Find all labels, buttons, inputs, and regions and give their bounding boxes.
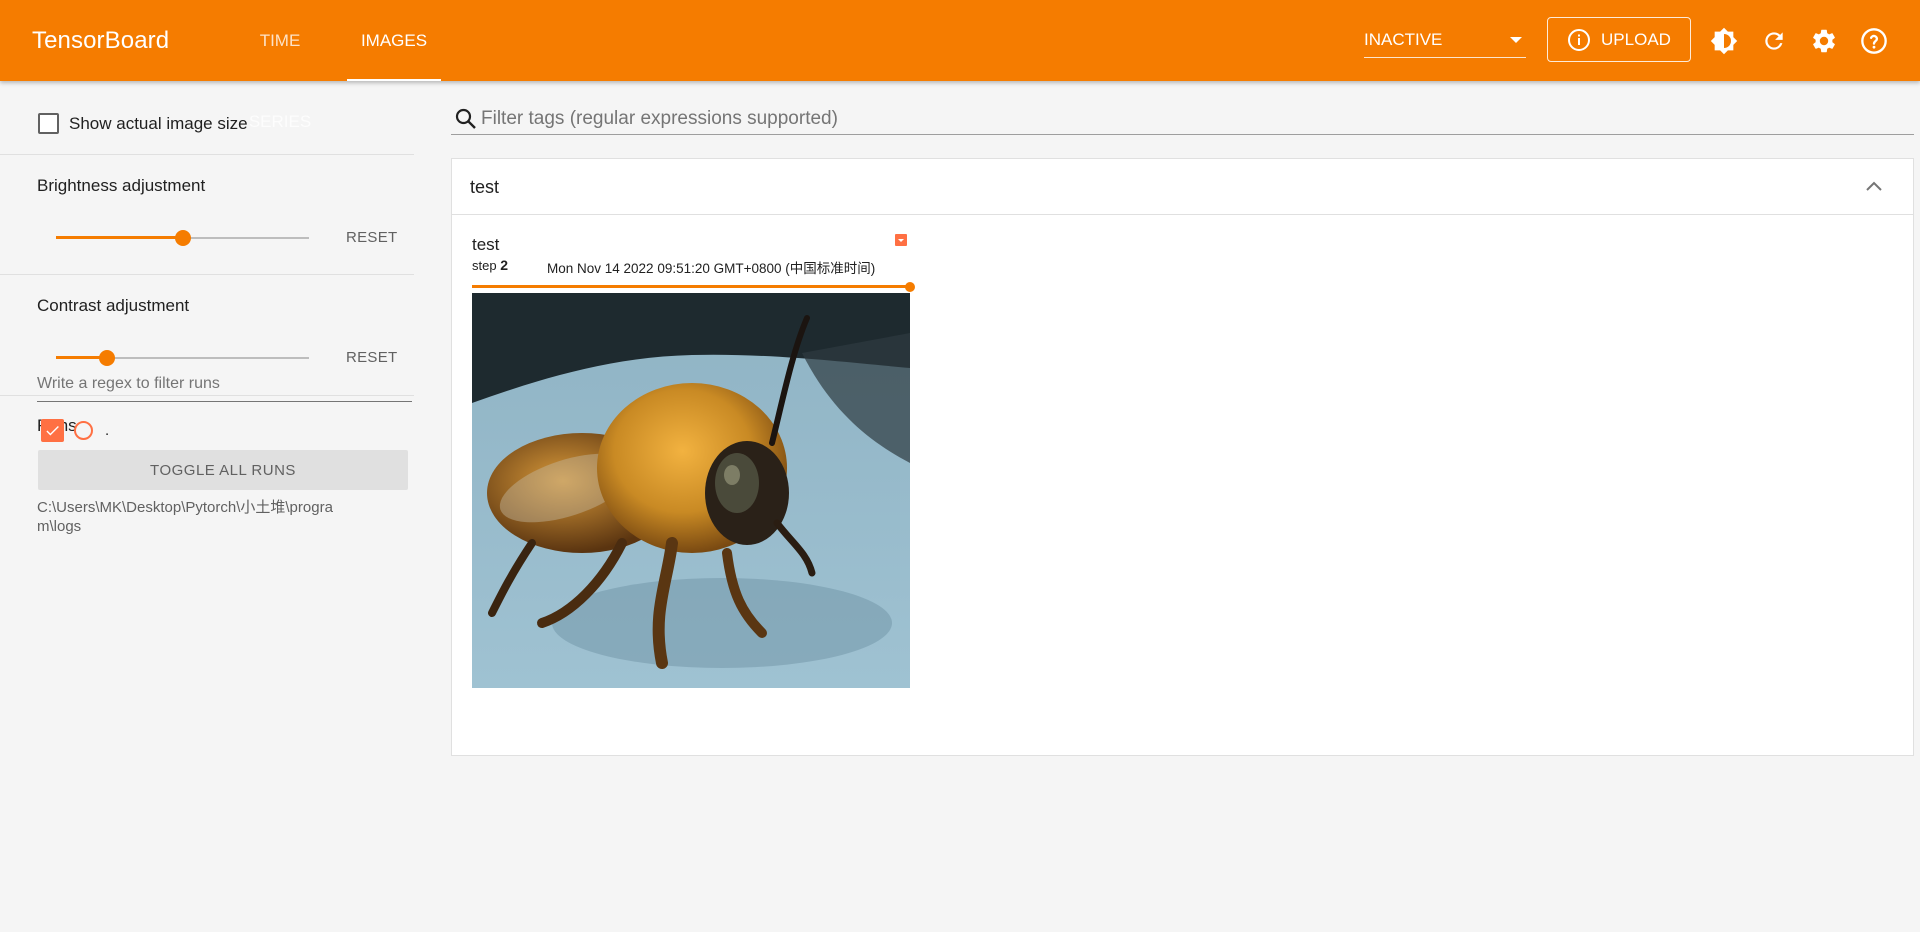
help-icon bbox=[1861, 28, 1887, 54]
theme-toggle-button[interactable] bbox=[1709, 26, 1739, 56]
chevron-up-icon[interactable] bbox=[1865, 179, 1883, 193]
settings-button[interactable] bbox=[1809, 26, 1839, 56]
brightness-reset-button[interactable]: RESET bbox=[346, 229, 398, 246]
reload-select-value: INACTIVE bbox=[1364, 30, 1443, 49]
tag-group-card: test test step 2 Mon Nov 14 2022 09:51:2… bbox=[451, 158, 1914, 756]
step-slider-thumb[interactable] bbox=[905, 282, 915, 292]
step-label: step 2 bbox=[472, 257, 508, 273]
brightness-slider-fill bbox=[56, 236, 183, 239]
contrast-label: Contrast adjustment bbox=[37, 296, 190, 315]
contrast-reset-button[interactable]: RESET bbox=[346, 349, 398, 366]
refresh-icon bbox=[1765, 32, 1783, 50]
info-icon bbox=[1568, 28, 1591, 51]
upload-button[interactable]: UPLOAD bbox=[1547, 17, 1691, 62]
step-value: 2 bbox=[500, 257, 508, 273]
step-slider[interactable] bbox=[472, 282, 915, 292]
step-prefix: step bbox=[472, 258, 497, 273]
checkmark-icon bbox=[46, 425, 59, 435]
brightness-slider-thumb[interactable] bbox=[174, 230, 191, 246]
brightness-slider[interactable] bbox=[56, 228, 309, 248]
image-card-title: test bbox=[472, 235, 500, 254]
contrast-slider[interactable] bbox=[56, 348, 309, 368]
run-color-radio[interactable] bbox=[74, 420, 93, 440]
refresh-button[interactable] bbox=[1759, 26, 1789, 56]
brightness-label: Brightness adjustment bbox=[37, 176, 206, 195]
tag-group-header[interactable]: test bbox=[452, 159, 1913, 215]
run-checkbox[interactable] bbox=[41, 418, 64, 442]
step-slider-fill bbox=[472, 285, 910, 288]
reload-select[interactable]: INACTIVE bbox=[1364, 26, 1526, 58]
image-card-menu-button[interactable] bbox=[895, 234, 907, 246]
bee-image bbox=[472, 293, 910, 688]
actual-size-checkbox[interactable] bbox=[38, 113, 59, 134]
tag-filter-input[interactable]: Filter tags (regular expressions support… bbox=[451, 104, 1914, 135]
tag-group-title: test bbox=[470, 177, 500, 197]
image-timestamp: Mon Nov 14 2022 09:51:20 GMT+0800 (中国标准时… bbox=[547, 261, 876, 276]
contrast-slider-thumb[interactable] bbox=[98, 350, 115, 366]
tab-images[interactable]: IMAGES bbox=[347, 0, 441, 81]
brightness-icon bbox=[1710, 27, 1738, 55]
dropdown-caret-icon bbox=[1510, 37, 1522, 43]
image-size-section: Show actual image size bbox=[0, 81, 414, 155]
search-icon bbox=[455, 108, 476, 129]
brand-title: TensorBoard bbox=[32, 27, 170, 54]
top-app-bar: TensorBoard TIME SERIES IMAGES INACTIVE … bbox=[0, 0, 1920, 131]
runs-filter-input[interactable]: Write a regex to filter runs bbox=[37, 366, 412, 402]
tag-filter-placeholder: Filter tags (regular expressions support… bbox=[481, 108, 838, 129]
help-button[interactable] bbox=[1859, 26, 1889, 56]
run-item: . bbox=[41, 418, 109, 442]
upload-label: UPLOAD bbox=[1601, 29, 1671, 49]
tab-time-series[interactable]: TIME SERIES bbox=[228, 0, 332, 131]
run-name: . bbox=[105, 421, 110, 439]
toggle-all-runs-button[interactable]: TOGGLE ALL RUNS bbox=[38, 450, 408, 490]
settings-icon bbox=[1813, 29, 1835, 53]
actual-size-label: Show actual image size bbox=[69, 113, 248, 133]
log-directory: C:\Users\MK\Desktop\Pytorch\小土堆\program\… bbox=[37, 499, 333, 535]
brightness-section: Brightness adjustment RESET bbox=[0, 155, 414, 275]
runs-filter-placeholder: Write a regex to filter runs bbox=[37, 375, 220, 392]
